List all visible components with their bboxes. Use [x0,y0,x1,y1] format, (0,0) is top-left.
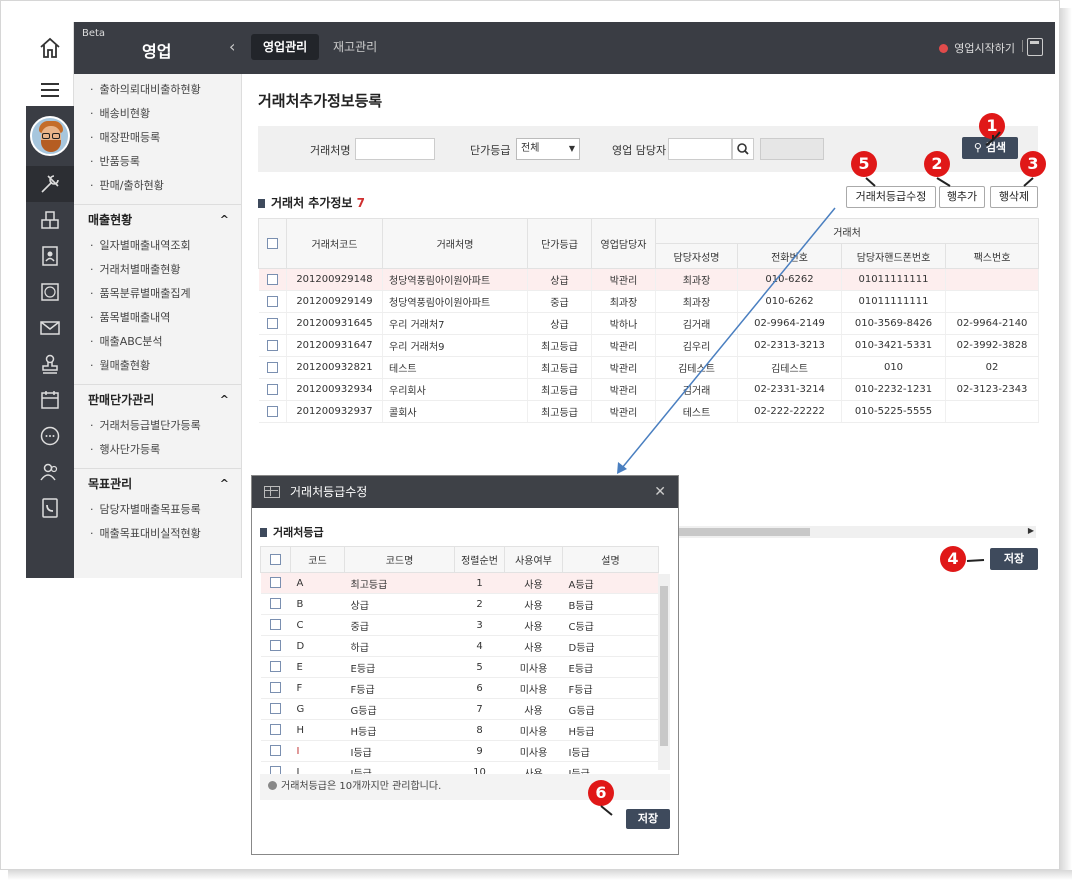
callout-badge-2: 2 [924,151,950,177]
callout-badge-3: 3 [1020,151,1046,177]
callout-badge-6: 6 [588,780,614,806]
callout-badge-5: 5 [851,151,877,177]
callout-badge-4: 4 [940,546,966,572]
connector-arrow [617,207,836,474]
screenshot-frame: { "app": {"beta": "Beta", "title": "영업",… [0,0,1080,885]
callout-badge-1: 1 [979,113,1005,139]
